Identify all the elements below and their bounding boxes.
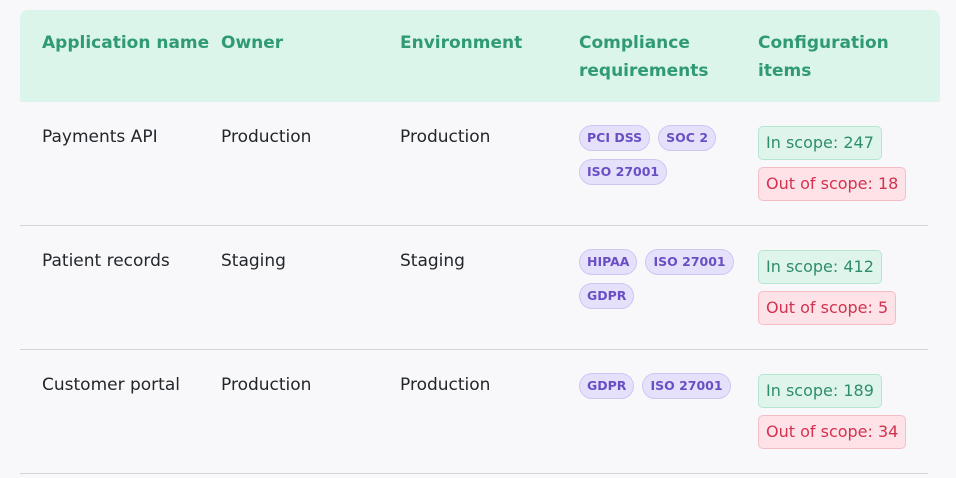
compliance-tags: GDPR ISO 27001 bbox=[579, 373, 751, 399]
table-row[interactable]: Payments API Production Production PCI D… bbox=[20, 102, 928, 226]
compliance-tag: SOC 2 bbox=[658, 125, 717, 151]
applications-table: Application name Owner Environment Compl… bbox=[20, 10, 940, 474]
configuration-items-cell: In scope: 247 Out of scope: 18 bbox=[758, 125, 928, 225]
column-header-compliance-requirements[interactable]: Compliance requirements bbox=[579, 29, 758, 102]
compliance-cell: GDPR ISO 27001 bbox=[579, 373, 758, 473]
configuration-items-cell: In scope: 412 Out of scope: 5 bbox=[758, 249, 928, 349]
out-of-scope-badge: Out of scope: 34 bbox=[758, 415, 907, 449]
compliance-tags: HIPAA ISO 27001 GDPR bbox=[579, 249, 751, 309]
compliance-tag: ISO 27001 bbox=[645, 249, 734, 275]
table-row[interactable]: Customer portal Production Production GD… bbox=[20, 350, 928, 474]
column-header-configuration-items[interactable]: Configuration items bbox=[758, 29, 928, 102]
compliance-tag: GDPR bbox=[579, 283, 635, 309]
application-name-cell: Customer portal bbox=[42, 375, 180, 395]
owner-cell: Staging bbox=[221, 251, 286, 271]
environment-cell: Production bbox=[400, 375, 491, 395]
column-header-application-name[interactable]: Application name bbox=[42, 29, 221, 102]
out-of-scope-badge: Out of scope: 18 bbox=[758, 167, 907, 201]
column-header-environment[interactable]: Environment bbox=[400, 29, 579, 102]
compliance-cell: PCI DSS SOC 2 ISO 27001 bbox=[579, 125, 758, 225]
table-header: Application name Owner Environment Compl… bbox=[20, 10, 940, 102]
owner-cell: Production bbox=[221, 375, 312, 395]
table-row[interactable]: Patient records Staging Staging HIPAA IS… bbox=[20, 226, 928, 350]
in-scope-badge: In scope: 247 bbox=[758, 126, 882, 160]
environment-cell: Production bbox=[400, 127, 491, 147]
compliance-tag: ISO 27001 bbox=[579, 159, 668, 185]
compliance-cell: HIPAA ISO 27001 GDPR bbox=[579, 249, 758, 349]
application-name-cell: Patient records bbox=[42, 251, 170, 271]
compliance-tag: ISO 27001 bbox=[642, 373, 731, 399]
configuration-items-cell: In scope: 189 Out of scope: 34 bbox=[758, 373, 928, 473]
in-scope-badge: In scope: 189 bbox=[758, 374, 882, 408]
application-name-cell: Payments API bbox=[42, 127, 158, 147]
out-of-scope-badge: Out of scope: 5 bbox=[758, 291, 897, 325]
owner-cell: Production bbox=[221, 127, 312, 147]
compliance-tag: PCI DSS bbox=[579, 125, 651, 151]
compliance-tag: HIPAA bbox=[579, 249, 638, 275]
compliance-tag: GDPR bbox=[579, 373, 635, 399]
environment-cell: Staging bbox=[400, 251, 465, 271]
compliance-tags: PCI DSS SOC 2 ISO 27001 bbox=[579, 125, 751, 185]
column-header-owner[interactable]: Owner bbox=[221, 29, 400, 102]
in-scope-badge: In scope: 412 bbox=[758, 250, 882, 284]
